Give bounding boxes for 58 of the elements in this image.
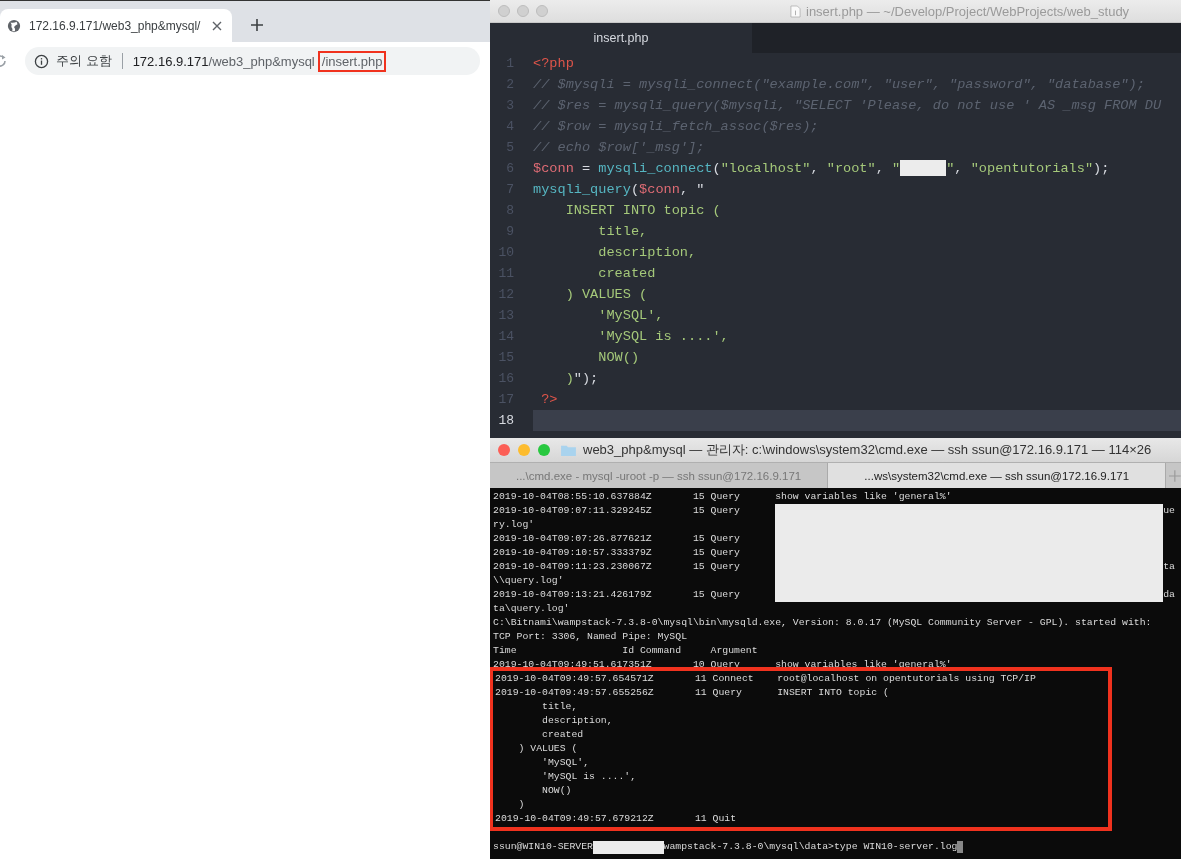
code-line: title, [597, 223, 649, 241]
new-tab-icon[interactable] [250, 18, 264, 32]
code-line: 'MySQL', [597, 307, 665, 325]
log-line: TCP Port: 3306, Named Pipe: MySQL [493, 630, 688, 644]
log-line: 2019-10-04T09:49:57.654571Z 11 Connect root@localhost on opentutorials using TCP/IP [495, 672, 1037, 686]
log-line: ta\query.log' [493, 602, 571, 616]
window-title: insert.php — ~/Develop/Project/WebProjects/web_study [806, 3, 1130, 19]
log-line: 2019-10-04T09:13:21.426179Z 15 Query da [493, 588, 1176, 602]
editor-tab[interactable]: insert.php [490, 23, 752, 53]
globe-icon [7, 18, 21, 33]
url-text: 172.16.9.171 [132, 53, 209, 69]
log-line: ) VALUES ( [517, 742, 579, 756]
url-text: /web3_php&mysql [208, 53, 315, 69]
log-line: title, [541, 700, 579, 714]
code-line: ) VALUES ( [564, 286, 649, 304]
log-line: Time Id Command Argument [493, 644, 759, 658]
close-icon[interactable] [212, 20, 222, 31]
code-line: description, [597, 244, 698, 262]
log-line: 'MySQL is ....', [541, 770, 638, 784]
window-control-icon[interactable] [498, 5, 510, 17]
code-line: // $row = mysqli_fetch_assoc($res); [533, 118, 820, 136]
log-line: created [541, 728, 585, 742]
log-line: C:\Bitnami\wampstack-7.3.8-0\mysql\bin\mysqld.exe, Version: 8.0.17 (MySQL Community Server - GPL). started with: [493, 616, 1153, 630]
log-line: description, [541, 714, 614, 728]
log-line: ) [517, 798, 526, 812]
code-line: 'MySQL is ....', [597, 328, 730, 346]
window-title: web3_php&mysql — 관리자: c:\windows\system32\cmd.exe — ssh ssun@172.16.9.171 — 114×26 [583, 441, 1152, 459]
highlighted-url-text: /insert.php [317, 50, 387, 72]
minimize-icon[interactable] [518, 444, 530, 456]
log-line: NOW() [541, 784, 573, 798]
code-line: ?> [540, 391, 559, 409]
log-line: 2019-10-04T09:07:11.329245Z 15 Query ue [493, 504, 1176, 518]
window-control-icon[interactable] [536, 5, 548, 17]
code-line: <?php [533, 55, 575, 73]
log-line: 2019-10-04T08:55:10.637884Z 15 Query show variables like 'general%' [493, 490, 953, 504]
code-line: )"); [564, 370, 600, 388]
line-number: 18 [497, 413, 515, 428]
file-icon [790, 4, 801, 18]
log-line: 2019-10-04T09:49:57.679212Z 11 Quit [495, 812, 738, 826]
log-line: 'MySQL', [541, 756, 591, 770]
code-line: created [597, 265, 657, 283]
code-line: NOW() [597, 349, 641, 367]
terminal-tab[interactable]: ...ws\system32\cmd.exe — ssh ssun@172.16.9.171 [828, 463, 1167, 488]
log-line: 2019-10-04T09:11:23.230067Z 15 Query ta [493, 560, 1176, 574]
maximize-icon[interactable] [538, 444, 550, 456]
address-bar[interactable]: 주의 요함 172.16.9.171/web3_php&mysql /insert.php [25, 47, 480, 75]
window-control-icon[interactable] [517, 5, 529, 17]
log-line: 2019-10-04T09:49:57.655256Z 11 Query INSERT INTO topic ( [495, 686, 890, 700]
info-icon[interactable] [34, 53, 49, 69]
code-line: // $mysqli = mysqli_connect("example.com", "user", "password", "database"); [533, 76, 1146, 94]
code-line: $conn = mysqli_connect("localhost", "root", " ", "opentutorials"); [533, 159, 1111, 179]
code-line: mysqli_query($conn, " [533, 181, 706, 199]
code-line: INSERT INTO topic ( [564, 202, 722, 220]
security-label: 주의 요함 [56, 52, 112, 70]
code-line: // $res = mysqli_query($mysqli, "SELECT 'Please, do not use ' AS _msg FROM DU [533, 97, 1163, 115]
folder-icon [560, 443, 577, 457]
code-line: // echo $row['_msg']; [533, 139, 706, 157]
browser-tab[interactable]: 172.16.9.171/web3_php&mysql/ [0, 9, 232, 42]
